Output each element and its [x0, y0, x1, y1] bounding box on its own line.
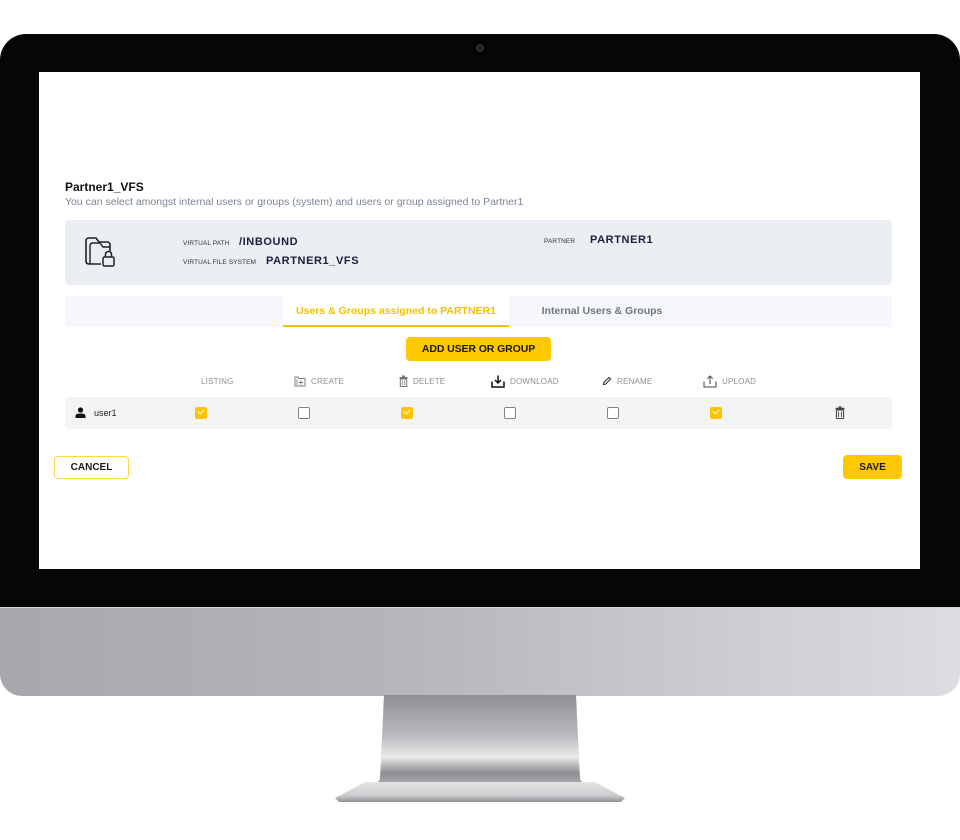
upload-icon: [703, 374, 717, 387]
perm-header-create: CREATE: [294, 374, 344, 388]
create-checkbox[interactable]: [298, 407, 310, 419]
listing-checkbox[interactable]: [195, 407, 207, 419]
trash-icon: [399, 375, 408, 387]
folder-lock-icon: [85, 237, 115, 267]
perm-header-rename: RENAME: [602, 374, 652, 388]
tabs-bar: Users & Groups assigned to PARTNER1 Inte…: [65, 296, 892, 327]
delete-row-trash-icon[interactable]: [835, 406, 845, 419]
delete-checkbox[interactable]: [401, 407, 413, 419]
perm-header-download: DOWNLOAD: [491, 374, 559, 388]
perm-header-delete: DELETE: [399, 374, 445, 388]
tab-assigned-users-groups[interactable]: Users & Groups assigned to PARTNER1: [283, 296, 509, 327]
perm-header-label: CREATE: [311, 376, 345, 386]
page-subtitle: You can select amongst internal users or…: [65, 196, 524, 208]
vfs-value: PARTNER1_VFS: [266, 255, 360, 267]
perm-header-label: DELETE: [413, 376, 446, 386]
vfs-permissions-page: Partner1_VFS You can select amongst inte…: [39, 72, 920, 569]
perm-header-label: DOWNLOAD: [510, 376, 559, 386]
pencil-icon: [602, 376, 612, 386]
screen: Partner1_VFS You can select amongst inte…: [39, 72, 920, 569]
add-user-or-group-button[interactable]: ADD USER OR GROUP: [406, 337, 551, 361]
user-name: user1: [94, 408, 117, 418]
monitor-foot: [335, 782, 625, 802]
partner-label: PARTNER: [544, 238, 576, 245]
vfs-info-card: VIRTUAL PATH /INBOUND VIRTUAL FILE SYSTE…: [65, 220, 892, 285]
tab-internal-users-groups[interactable]: Internal Users & Groups: [509, 296, 695, 327]
perm-header-upload: UPLOAD: [703, 374, 756, 388]
virtual-path-label: VIRTUAL PATH: [183, 240, 230, 247]
perm-header-listing: LISTING: [201, 374, 234, 388]
camera-icon: [476, 44, 484, 52]
rename-checkbox[interactable]: [607, 407, 619, 419]
page-title: Partner1_VFS: [65, 180, 144, 194]
upload-checkbox[interactable]: [710, 407, 722, 419]
save-button[interactable]: SAVE: [843, 455, 902, 479]
table-row: user1: [65, 397, 892, 429]
person-icon: [75, 407, 86, 418]
download-icon: [491, 375, 505, 388]
perm-header-label: RENAME: [617, 376, 653, 386]
vfs-label: VIRTUAL FILE SYSTEM: [183, 259, 257, 266]
perm-header-label: LISTING: [201, 376, 234, 386]
virtual-path-value: /INBOUND: [239, 236, 299, 248]
download-checkbox[interactable]: [504, 407, 516, 419]
monitor-stand: [372, 695, 588, 791]
monitor-chin: [0, 607, 960, 696]
partner-value: PARTNER1: [590, 234, 654, 246]
perm-header-label: UPLOAD: [722, 376, 757, 386]
cancel-button[interactable]: CANCEL: [54, 456, 129, 479]
folder-plus-icon: [294, 376, 306, 387]
